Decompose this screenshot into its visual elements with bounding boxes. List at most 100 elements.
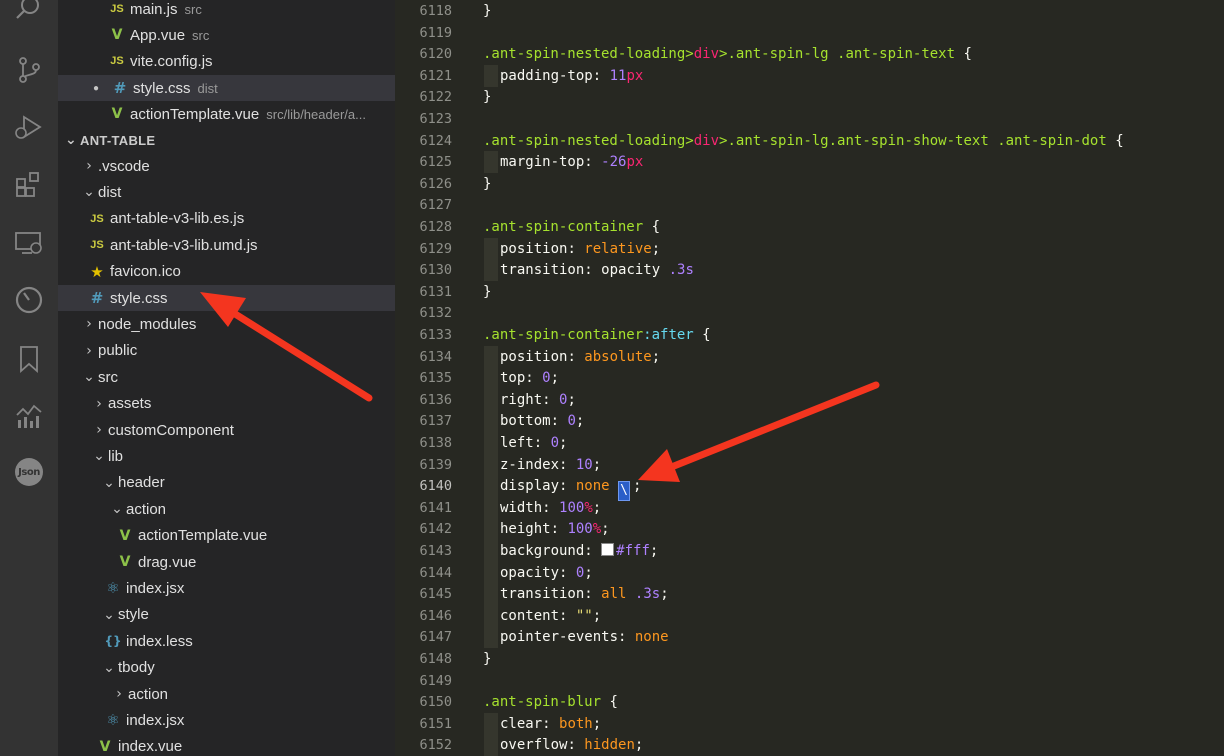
- tree-item-label: index.jsx: [126, 711, 185, 729]
- tree-file[interactable]: VactionTemplate.vue: [58, 523, 395, 549]
- code-line[interactable]: 6147 pointer-events: none: [395, 627, 1224, 649]
- tree-file[interactable]: ⚛ index.jsx: [58, 575, 395, 601]
- workspace-section-header[interactable]: ⌄ ANT-TABLE: [58, 127, 395, 153]
- code-line[interactable]: 6152 overflow: hidden;: [395, 735, 1224, 756]
- tree-folder[interactable]: ⌄ style: [58, 602, 395, 628]
- tree-folder[interactable]: › customComponent: [58, 417, 395, 443]
- code-line[interactable]: 6140 display: none \;: [395, 476, 1224, 502]
- favicon-star-icon: ★: [90, 262, 104, 281]
- chevron-right-icon: ›: [116, 686, 122, 702]
- code-line[interactable]: 6148}: [395, 649, 1224, 671]
- code-line[interactable]: 6129 position: relative;: [395, 239, 1224, 261]
- code-line[interactable]: 6121 padding-top: 11px: [395, 66, 1224, 88]
- run-debug-icon[interactable]: [14, 112, 44, 142]
- tree-item-label: .vscode: [98, 157, 150, 175]
- tree-file[interactable]: Vdrag.vue: [58, 549, 395, 575]
- line-number: 6121: [419, 67, 452, 84]
- bookmark-icon[interactable]: [14, 344, 44, 374]
- timeline-icon[interactable]: [14, 285, 44, 315]
- code-line[interactable]: 6128 .ant-spin-container {: [395, 217, 1224, 239]
- code-line[interactable]: 6144 opacity: 0;: [395, 563, 1224, 585]
- tree-file[interactable]: {} index.less: [58, 628, 395, 654]
- code-line[interactable]: 6139 z-index: 10;: [395, 455, 1224, 477]
- line-number: 6144: [419, 564, 452, 581]
- open-editor-main-js[interactable]: JS main.js src: [58, 0, 395, 22]
- chevron-right-icon: ›: [96, 422, 102, 438]
- code-line[interactable]: 6131}: [395, 282, 1224, 304]
- chevron-right-icon: ›: [86, 316, 92, 333]
- json-icon[interactable]: Json: [14, 457, 44, 487]
- code-line[interactable]: 6120 .ant-spin-nested-loading>div>.ant-sp…: [395, 44, 1224, 66]
- tree-item-label: action: [126, 500, 167, 518]
- code-line[interactable]: 6143 background: #fff;: [395, 541, 1224, 563]
- extensions-icon[interactable]: [14, 170, 44, 200]
- source-control-icon[interactable]: [14, 55, 44, 85]
- code-line[interactable]: 6134 position: absolute;: [395, 347, 1224, 369]
- tree-file[interactable]: JS ant-table-v3-lib.umd.js: [58, 232, 395, 258]
- analytics-icon[interactable]: [14, 401, 44, 431]
- line-number: 6141: [419, 499, 452, 516]
- tree-folder[interactable]: ⌄ tbody: [58, 655, 395, 681]
- tree-item-label: customComponent: [108, 421, 234, 439]
- code-line[interactable]: 6125 margin-top: -26px: [395, 152, 1224, 174]
- remote-explorer-icon[interactable]: [14, 228, 44, 258]
- open-editor-style-css[interactable]: ● # style.css dist: [58, 75, 395, 101]
- code-line[interactable]: 6138 left: 0;: [395, 433, 1224, 455]
- tree-folder[interactable]: ⌄ src: [58, 364, 395, 390]
- code-text: content: "";: [500, 607, 602, 624]
- chevron-down-icon: ⌄: [103, 606, 115, 623]
- tree-folder[interactable]: › .vscode: [58, 153, 395, 179]
- code-line[interactable]: 6126}: [395, 174, 1224, 196]
- code-text: bottom: 0;: [500, 413, 585, 430]
- code-line[interactable]: 6130 transition: opacity .3s: [395, 260, 1224, 282]
- code-text: position: absolute;: [500, 348, 661, 365]
- tree-file[interactable]: JS ant-table-v3-lib.es.js: [58, 206, 395, 232]
- code-line[interactable]: 6133 .ant-spin-container:after {: [395, 325, 1224, 347]
- tree-folder[interactable]: ⌄ action: [58, 496, 395, 522]
- code-line[interactable]: 6149: [395, 671, 1224, 693]
- code-line[interactable]: 6146 content: "";: [395, 606, 1224, 628]
- explorer-panel: JS main.js src V App.vue src JS vite.confi…: [58, 0, 395, 756]
- code-line[interactable]: 6132: [395, 303, 1224, 325]
- code-line[interactable]: 6135 top: 0;: [395, 368, 1224, 390]
- code-line[interactable]: 6124 .ant-spin-nested-loading>div>.ant-sp…: [395, 131, 1224, 153]
- code-line[interactable]: 6141 width: 100%;: [395, 498, 1224, 520]
- open-editor-vite-config[interactable]: JS vite.config.js: [58, 48, 395, 74]
- open-editor-action-template[interactable]: V actionTemplate.vue src/lib/header/a...: [58, 101, 395, 127]
- line-number: 6138: [419, 435, 452, 451]
- tree-file[interactable]: ⚛ index.jsx: [58, 707, 395, 733]
- tree-folder[interactable]: › node_modules: [58, 311, 395, 337]
- modified-dot-icon[interactable]: ●: [81, 83, 111, 94]
- line-number: 6132: [419, 305, 452, 322]
- code-line[interactable]: 6119: [395, 23, 1224, 45]
- tree-folder[interactable]: › public: [58, 338, 395, 364]
- chevron-down-icon: ⌄: [83, 369, 95, 386]
- code-line[interactable]: 6123: [395, 109, 1224, 131]
- search-icon[interactable]: [14, 0, 44, 24]
- code-text: left: 0;: [500, 435, 568, 451]
- code-line[interactable]: 6127: [395, 195, 1224, 217]
- line-number: 6127: [419, 197, 452, 214]
- tree-item-label: public: [98, 342, 138, 360]
- line-number: 6151: [419, 715, 452, 732]
- code-line[interactable]: 6137 bottom: 0;: [395, 411, 1224, 433]
- open-editor-app-vue[interactable]: V App.vue src: [58, 22, 395, 48]
- code-line[interactable]: 6118}: [395, 1, 1224, 23]
- code-line[interactable]: 6145 transition: all .3s;: [395, 584, 1224, 606]
- tree-folder[interactable]: › assets: [58, 391, 395, 417]
- code-line[interactable]: 6122}: [395, 87, 1224, 109]
- color-swatch[interactable]: [601, 543, 615, 556]
- code-line[interactable]: 6136 right: 0;: [395, 390, 1224, 412]
- tree-folder[interactable]: ⌄ dist: [58, 179, 395, 205]
- tree-folder[interactable]: › action: [58, 681, 395, 707]
- tree-folder[interactable]: ⌄ lib: [58, 443, 395, 469]
- code-editor[interactable]: 6118} 6119 6120 .ant-spin-nested-loading>di…: [395, 0, 1224, 756]
- tree-folder[interactable]: ⌄ header: [58, 470, 395, 496]
- code-line[interactable]: 6151 clear: both;: [395, 714, 1224, 736]
- tree-file[interactable]: # style.css: [58, 285, 395, 311]
- tree-file[interactable]: Vindex.vue: [58, 734, 395, 756]
- tree-file[interactable]: ★ favicon.ico: [58, 259, 395, 285]
- code-line[interactable]: 6150 .ant-spin-blur {: [395, 692, 1224, 714]
- code-text: height: 100%;: [500, 521, 610, 538]
- code-line[interactable]: 6142 height: 100%;: [395, 519, 1224, 541]
